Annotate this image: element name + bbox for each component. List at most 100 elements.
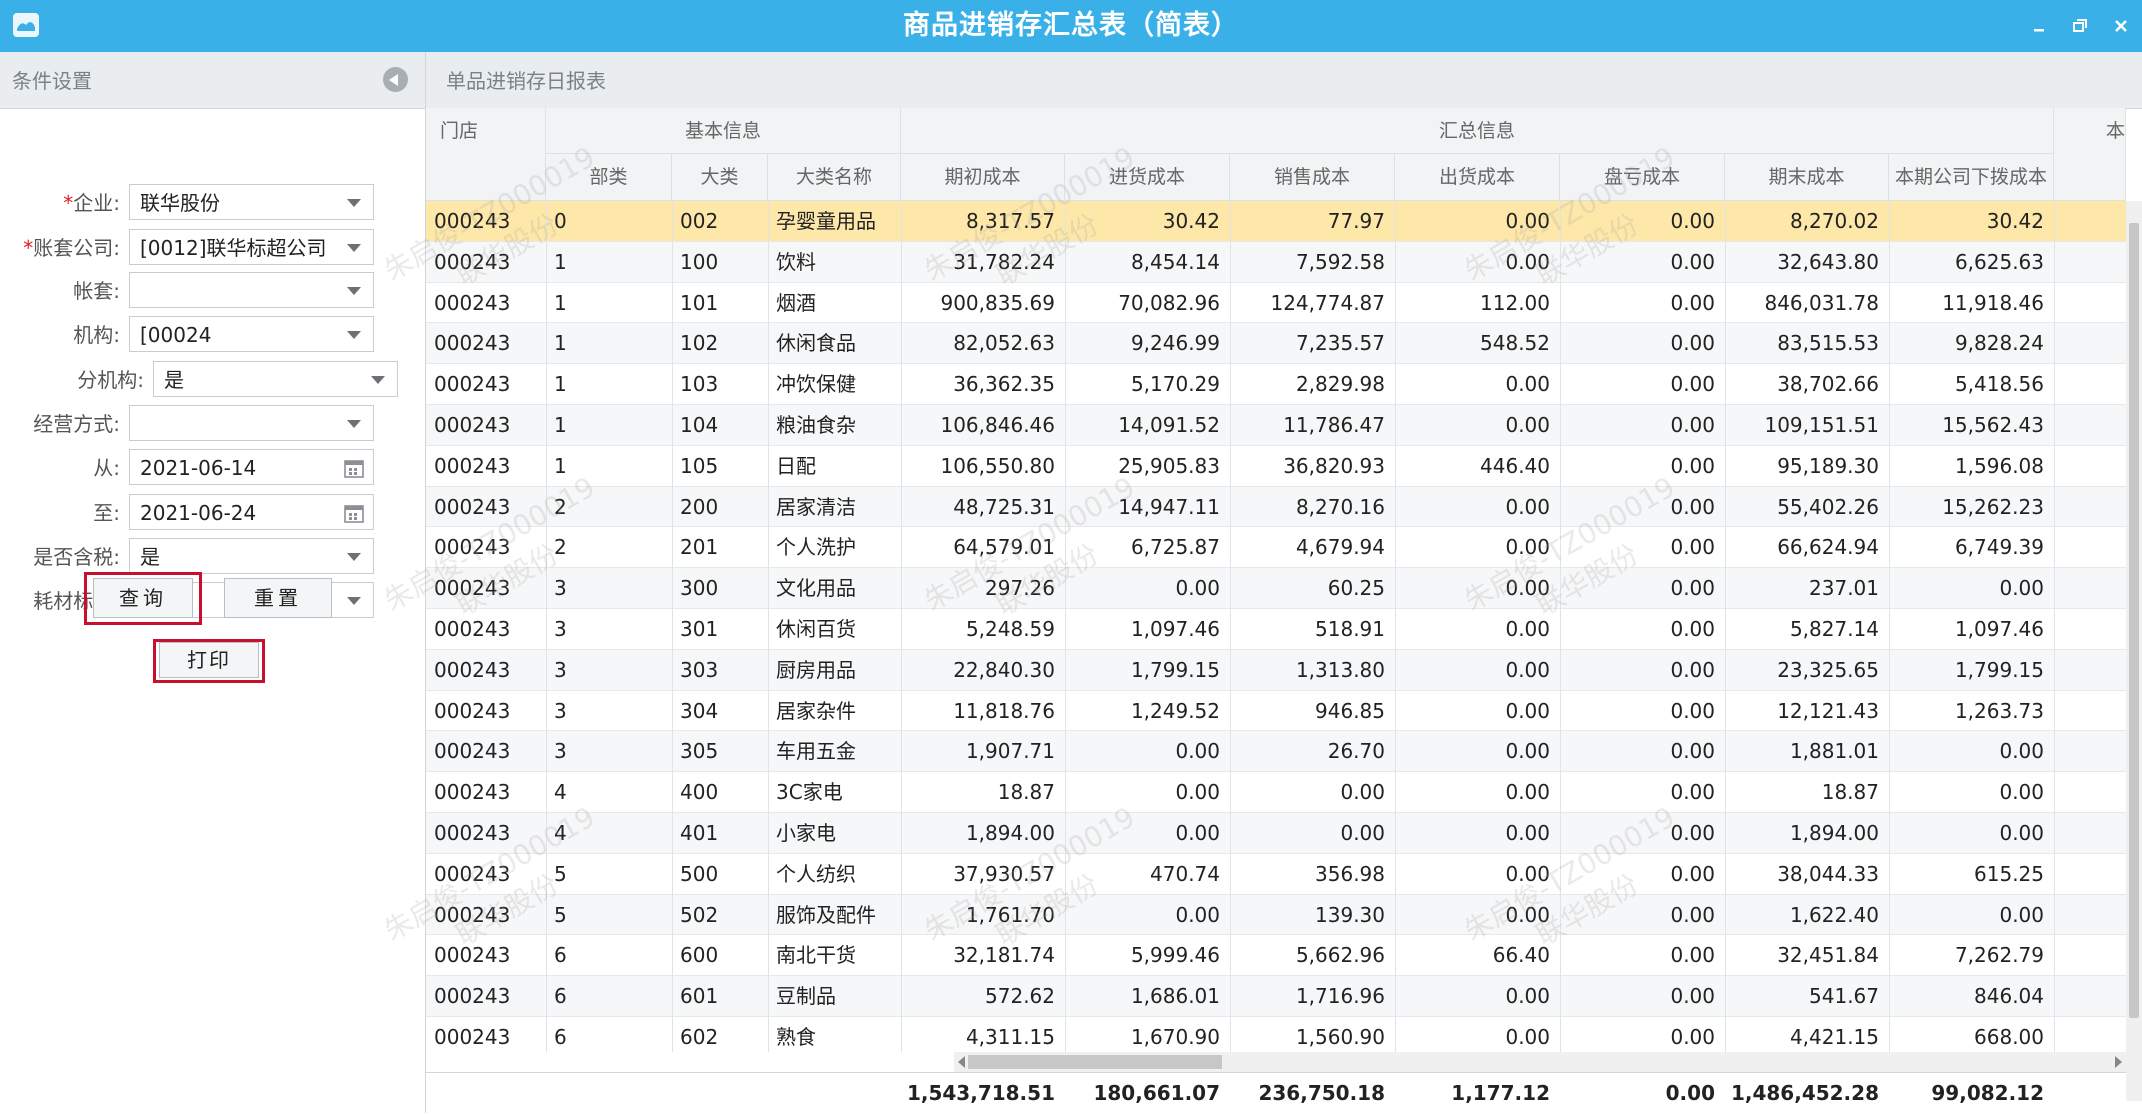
table-cell: 4 (554, 821, 567, 845)
table-row[interactable]: 000243 4 401 小家电 1,894.00 0.00 0.00 0.00 0.00 1,8… (426, 813, 2126, 854)
table-cell: 熟食 (776, 1025, 816, 1049)
table-row[interactable]: 000243 3 300 文化用品 297.26 0.00 60.25 0.00 0.00 237… (426, 568, 2126, 609)
table-cell: 541.67 (1809, 984, 1879, 1009)
condition-panel-title: 条件设置 (12, 69, 92, 93)
table-cell: 304 (680, 698, 719, 723)
table-row[interactable]: 000243 6 601 豆制品 572.62 1,686.01 1,716.96 0.00 0… (426, 976, 2126, 1017)
table-cell: 0.00 (1670, 902, 1715, 927)
chevron-down-icon[interactable] (347, 597, 361, 605)
table-row[interactable]: 000243 6 600 南北干货 32,181.74 5,999.46 5,662.96 6… (426, 935, 2126, 977)
table-row[interactable]: 000243 4 400 3C家电 18.87 0.00 0.00 0.00 0.00 18.87… (426, 772, 2126, 813)
reset-button[interactable]: 重置 (224, 578, 332, 618)
column-header: 大类 (672, 154, 768, 201)
table-cell: 0.00 (1505, 617, 1550, 641)
table-row[interactable]: 000243 1 105 日配 106,550.80 25,905.83 36,820.93… (426, 446, 2126, 487)
horizontal-scrollbar[interactable] (954, 1052, 2126, 1072)
table-cell: 豆制品 (776, 984, 836, 1009)
table-row[interactable]: 000243 3 301 休闲百货 5,248.59 1,097.46 518.91 0.00… (426, 609, 2126, 650)
close-icon[interactable] (2108, 14, 2134, 38)
chevron-down-icon[interactable] (347, 244, 361, 252)
dropdown-select[interactable]: [0012]联华标超公司 (129, 229, 374, 265)
table-row[interactable]: 000243 3 304 居家杂件 11,818.76 1,249.52 946.85 0.0… (426, 691, 2126, 732)
form-label-text: 账套公司: (33, 236, 120, 260)
table-row[interactable]: 000243 5 502 服饰及配件 1,761.70 0.00 139.30 0.00 0.0… (426, 894, 2126, 936)
table-cell: 6,725.87 (1130, 535, 1220, 560)
table-cell: 粮油食杂 (776, 413, 856, 437)
chevron-down-icon[interactable] (371, 376, 385, 384)
dropdown-select[interactable]: 联华股份 (129, 184, 374, 220)
table-cell: 95,189.30 (1777, 453, 1879, 478)
chevron-down-icon[interactable] (347, 420, 361, 428)
field-value: 联华股份 (140, 191, 220, 215)
table-cell: 31,782.24 (953, 249, 1055, 274)
dropdown-select[interactable]: 是 (129, 538, 374, 574)
table-cell: 休闲百货 (776, 617, 856, 641)
table-cell: 18.87 (997, 780, 1055, 805)
horizontal-scroll-thumb[interactable] (968, 1055, 1222, 1069)
table-cell: 1,622.40 (1789, 902, 1879, 927)
table-cell: 946.85 (1315, 698, 1385, 723)
chevron-down-icon[interactable] (347, 199, 361, 207)
table-row[interactable]: 000243 1 103 冲饮保健 36,362.35 5,170.29 2,829.98 0… (426, 364, 2126, 405)
table-row[interactable]: 000243 1 101 烟酒 900,835.69 70,082.96 124,774.8… (426, 283, 2126, 324)
dropdown-select[interactable] (129, 405, 374, 441)
table-cell: 8,270.02 (1789, 209, 1879, 233)
minimize-icon[interactable] (2026, 14, 2052, 38)
table-cell: 83,515.53 (1777, 331, 1879, 356)
table-row[interactable]: 000243 5 500 个人纺织 37,930.57 470.74 356.98 0.00 0… (426, 854, 2126, 895)
calendar-icon[interactable] (343, 502, 365, 524)
table-cell: 4,311.15 (965, 1025, 1055, 1049)
table-cell: 0.00 (1175, 821, 1220, 845)
table-row[interactable]: 000243 2 200 居家清洁 48,725.31 14,947.11 8,270.16… (426, 486, 2126, 528)
table-row[interactable]: 000243 1 102 休闲食品 82,052.63 9,246.99 7,235.57 5… (426, 323, 2126, 365)
table-cell: 305 (680, 739, 719, 764)
table-row[interactable]: 000243 0 002 孕婴童用品 8,317.57 30.42 77.97 0.00 0.0… (426, 201, 2126, 242)
calendar-icon[interactable] (343, 457, 365, 479)
column-header: 进货成本 (1065, 154, 1230, 201)
window-title: 商品进销存汇总表（简表） (903, 10, 1239, 41)
collapse-panel-icon[interactable] (383, 67, 408, 92)
table-row[interactable]: 000243 3 305 车用五金 1,907.71 0.00 26.70 0.00 0.00 1… (426, 731, 2126, 773)
chevron-down-icon[interactable] (347, 553, 361, 561)
table-cell: 000243 (434, 290, 511, 315)
table-cell: 000243 (434, 902, 511, 927)
date-field[interactable]: 2021-06-14 (129, 449, 374, 485)
column-header: 销售成本 (1230, 154, 1395, 201)
table-row[interactable]: 000243 1 100 饮料 31,782.24 8,454.14 7,592.58 0.0… (426, 241, 2126, 283)
chevron-down-icon[interactable] (347, 331, 361, 339)
table-cell: 0.00 (1670, 943, 1715, 968)
table-cell: 4,679.94 (1295, 535, 1385, 560)
table-cell: 居家清洁 (776, 494, 856, 519)
table-row[interactable]: 000243 3 303 厨房用品 22,840.30 1,799.15 1,313.80 0… (426, 649, 2126, 691)
table-cell: 100 (680, 249, 719, 274)
restore-icon[interactable] (2067, 14, 2093, 38)
dropdown-select[interactable]: 是 (153, 361, 398, 397)
table-cell: 572.62 (985, 984, 1055, 1009)
group-header-basic: 基本信息 (546, 108, 901, 154)
table-cell: 15,262.23 (1942, 494, 2044, 519)
required-mark: * (23, 236, 34, 260)
table-cell: 548.52 (1480, 331, 1550, 356)
table-cell: 1,894.00 (1789, 821, 1879, 845)
scroll-left-icon[interactable] (958, 1056, 965, 1068)
date-field[interactable]: 2021-06-24 (129, 494, 374, 530)
table-cell: 3 (554, 617, 567, 641)
vertical-scrollbar[interactable] (2126, 201, 2142, 1101)
table-cell: 297.26 (985, 576, 1055, 601)
table-row[interactable]: 000243 2 201 个人洗护 64,579.01 6,725.87 4,679.94 0… (426, 527, 2126, 569)
dropdown-select[interactable] (129, 272, 374, 308)
table-cell: 0.00 (1999, 780, 2044, 805)
dropdown-select[interactable]: [00024 (129, 316, 374, 352)
form-label: 帐套: (73, 272, 120, 310)
form-label-text: 分机构: (77, 368, 144, 392)
scroll-right-icon[interactable] (2115, 1056, 2122, 1068)
table-cell: 0.00 (1999, 739, 2044, 764)
table-row[interactable]: 000243 6 602 熟食 4,311.15 1,670.90 1,560.90 0.00… (426, 1017, 2126, 1052)
vertical-scroll-thumb[interactable] (2129, 223, 2139, 1018)
field-value: [0012]联华标超公司 (140, 236, 327, 260)
table-row[interactable]: 000243 1 104 粮油食杂 106,846.46 14,091.52 11,786.… (426, 405, 2126, 446)
chevron-down-icon[interactable] (347, 287, 361, 295)
column-divider (1725, 201, 1726, 1052)
table-cell: 1,313.80 (1295, 657, 1385, 682)
report-panel: 单品进销存日报表 门店 基本信息 汇总信息本 部类 大类 大类名称 期初成本 进货成本 销售成本… (426, 52, 2142, 1114)
